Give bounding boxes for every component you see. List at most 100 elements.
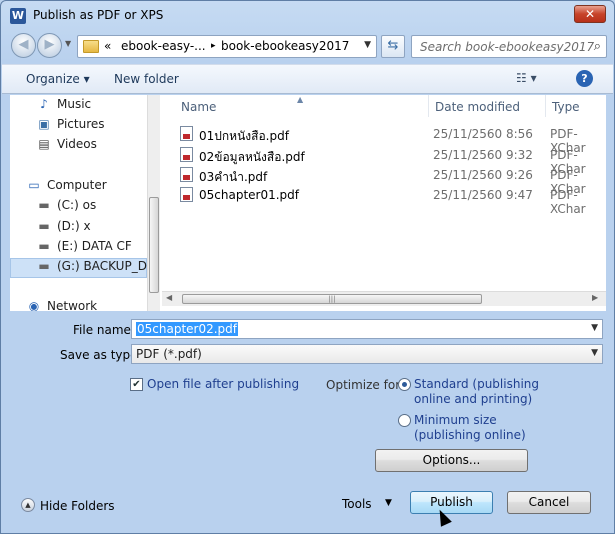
videos-icon: ▤ (38, 137, 50, 151)
column-header-date[interactable]: Date modified (435, 100, 520, 114)
optimize-label: Optimize for: (326, 378, 404, 392)
navigation-pane: ♪ Music ▣ Pictures ▤ Videos ▭ Computer ▬ (C:)… (10, 95, 160, 311)
file-row[interactable]: 03คำนำ.pdf 25/11/2560 9:26 PDF-XChar (180, 165, 606, 196)
view-options-icon[interactable]: ☷ ▾ (516, 71, 537, 85)
column-divider[interactable] (428, 95, 429, 117)
file-row[interactable]: 01ปกหนังสือ.pdf 25/11/2560 8:56 PDF-XCha… (180, 124, 606, 155)
scrollbar-thumb[interactable] (149, 197, 159, 293)
column-header-type[interactable]: Type (552, 100, 580, 114)
column-header-name[interactable]: Name (181, 100, 216, 114)
pictures-icon: ▣ (38, 117, 50, 131)
file-name-label: File name: (73, 323, 135, 337)
chevron-down-icon[interactable]: ▼ (591, 323, 598, 333)
sidebar-item-label: Network (47, 299, 98, 311)
sidebar-item-drive-c[interactable]: ▬ (C:) os (36, 198, 96, 218)
search-placeholder: Search book-ebookeasy2017 (420, 40, 595, 54)
music-icon: ♪ (40, 97, 48, 111)
network-icon: ◉ (28, 299, 40, 311)
computer-icon: ▭ (28, 178, 40, 192)
folder-icon (83, 40, 99, 53)
scroll-right-icon[interactable]: ▶ (592, 293, 598, 302)
search-input[interactable]: Search book-ebookeasy2017 ⌕ (411, 35, 607, 58)
publish-button[interactable]: Publish (410, 491, 493, 514)
publish-dialog: W Publish as PDF or XPS ✕ ◀ ▶ ▼ « ebook-… (0, 0, 615, 534)
sidebar-item-drive-d[interactable]: ▬ (D:) x (36, 219, 91, 239)
drive-icon: ▬ (38, 239, 50, 253)
file-name-field[interactable]: 05chapter02.pdf ▼ (131, 319, 603, 339)
breadcrumb-overflow[interactable]: « (104, 39, 111, 53)
forward-button[interactable]: ▶ (37, 33, 62, 58)
sidebar-item-label: Computer (47, 178, 107, 192)
search-icon: ⌕ (593, 39, 601, 54)
close-button[interactable]: ✕ (574, 5, 606, 23)
sidebar-item-label: Pictures (57, 117, 105, 131)
file-type: PDF-XChar (550, 188, 586, 216)
options-button[interactable]: Options... (375, 449, 528, 472)
address-dropdown-icon[interactable]: ▼ (364, 40, 371, 50)
sidebar-item-label: (C:) os (57, 198, 97, 212)
navigation-scrollbar[interactable] (147, 95, 160, 311)
file-date: 25/11/2560 9:32 (433, 148, 533, 162)
file-row[interactable]: 02ข้อมูลหนังสือ.pdf 25/11/2560 9:32 PDF-… (180, 145, 606, 176)
back-button[interactable]: ◀ (11, 33, 36, 58)
window-title: Publish as PDF or XPS (33, 8, 164, 22)
tools-button[interactable]: Tools (342, 497, 372, 511)
minimum-line-2[interactable]: (publishing online) (414, 428, 526, 443)
breadcrumb-separator-icon[interactable]: ▸ (211, 41, 216, 51)
address-bar[interactable]: « ebook-easy-... ▸ book-ebookeasy2017 ▼ (77, 35, 377, 58)
save-type-value: PDF (*.pdf) (136, 347, 202, 361)
minimum-line-1[interactable]: Minimum size (414, 413, 497, 428)
help-icon[interactable]: ? (576, 70, 593, 87)
sidebar-item-network[interactable]: ◉ Network (26, 299, 97, 311)
refresh-icon[interactable]: ⇆ (381, 35, 405, 58)
file-date: 25/11/2560 8:56 (433, 127, 533, 141)
drive-icon: ▬ (38, 219, 50, 233)
sidebar-item-label: (G:) BACKUP_DRV (57, 259, 160, 273)
breadcrumb-parent[interactable]: ebook-easy-... (121, 39, 206, 53)
sidebar-item-drive-e[interactable]: ▬ (E:) DATA CF (36, 239, 132, 259)
title-bar: W Publish as PDF or XPS ✕ (1, 1, 614, 31)
save-type-label: Save as type: (60, 348, 142, 362)
tools-dropdown-icon[interactable]: ▼ (385, 498, 392, 508)
standard-radio[interactable] (398, 378, 411, 391)
scrollbar-thumb[interactable]: ||| (182, 294, 482, 304)
breadcrumb-current[interactable]: book-ebookeasy2017 (221, 39, 349, 53)
file-list: ▲ Name Date modified Type 01ปกหนังสือ.pd… (162, 95, 606, 311)
pdf-file-icon (180, 126, 193, 141)
horizontal-scrollbar[interactable]: ◀ ||| ▶ (162, 291, 606, 306)
file-date: 25/11/2560 9:47 (433, 188, 533, 202)
minimum-size-radio[interactable] (398, 414, 411, 427)
cancel-button[interactable]: Cancel (507, 491, 591, 514)
sidebar-item-label: (E:) DATA CF (57, 239, 132, 253)
organize-button[interactable]: Organize ▾ (26, 72, 90, 86)
standard-line-2[interactable]: online and printing) (414, 392, 532, 407)
save-type-select[interactable]: PDF (*.pdf) ▼ (131, 344, 603, 364)
recent-locations-chevron-icon[interactable]: ▼ (65, 39, 71, 48)
scroll-left-icon[interactable]: ◀ (166, 293, 172, 302)
sidebar-item-computer[interactable]: ▭ Computer (26, 178, 107, 198)
open-after-label[interactable]: Open file after publishing (147, 377, 299, 392)
sidebar-item-label: (D:) x (57, 219, 91, 233)
sidebar-item-label: Videos (57, 137, 97, 151)
sort-ascending-icon: ▲ (297, 95, 304, 104)
sidebar-item-music[interactable]: ♪ Music (36, 97, 91, 117)
chevron-down-icon[interactable]: ▼ (591, 348, 598, 358)
pdf-file-icon (180, 187, 193, 202)
drive-icon: ▬ (38, 259, 50, 273)
file-date: 25/11/2560 9:26 (433, 168, 533, 182)
drive-icon: ▬ (38, 198, 50, 212)
sidebar-item-pictures[interactable]: ▣ Pictures (36, 117, 105, 137)
navigation-bar: ◀ ▶ ▼ « ebook-easy-... ▸ book-ebookeasy2… (7, 32, 608, 60)
new-folder-button[interactable]: New folder (114, 72, 179, 86)
chevron-up-icon[interactable]: ▲ (21, 498, 35, 512)
pdf-file-icon (180, 147, 193, 162)
column-divider[interactable] (545, 95, 546, 117)
sidebar-item-drive-g[interactable]: ▬ (G:) BACKUP_DRV (10, 258, 160, 278)
browser-area: ♪ Music ▣ Pictures ▤ Videos ▭ Computer ▬ (C:)… (10, 95, 606, 311)
file-row[interactable]: 05chapter01.pdf 25/11/2560 9:47 PDF-XCha… (180, 185, 606, 216)
open-after-checkbox[interactable]: ✔ (130, 378, 143, 391)
standard-line-1[interactable]: Standard (publishing (414, 377, 539, 392)
hide-folders-button[interactable]: Hide Folders (40, 499, 115, 513)
file-name: 01ปกหนังสือ.pdf (199, 129, 289, 143)
sidebar-item-videos[interactable]: ▤ Videos (36, 137, 97, 157)
